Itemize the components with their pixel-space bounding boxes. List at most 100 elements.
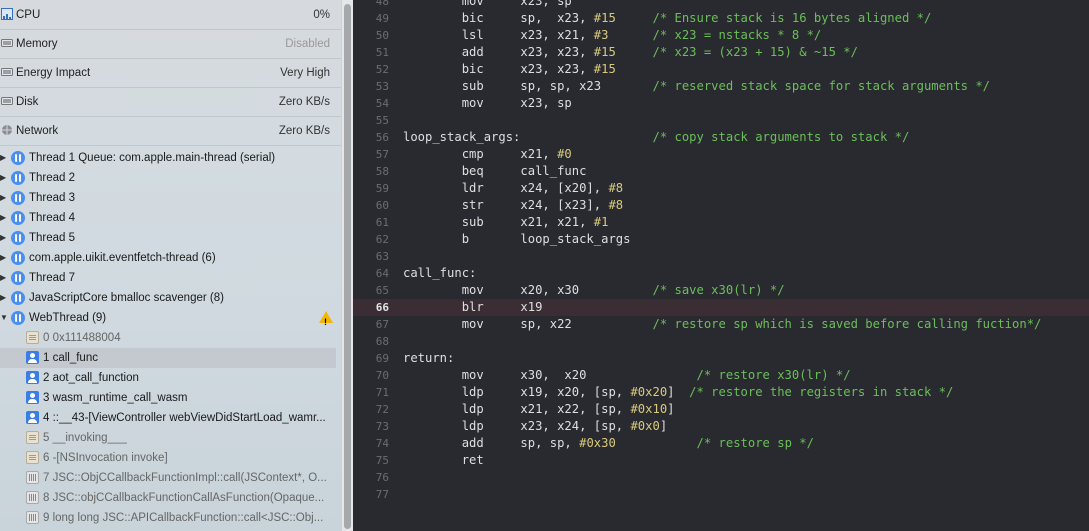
gauge-memory[interactable]: Memory Disabled	[0, 30, 341, 59]
thread-row[interactable]: ▶ Thread 7	[0, 268, 341, 288]
thread-row[interactable]: ▶ JavaScriptCore bmalloc scavenger (8)	[0, 288, 341, 308]
line-number[interactable]: 57	[353, 146, 389, 163]
code-line[interactable]: 69 return:	[353, 350, 1089, 367]
code-line[interactable]: 63	[353, 248, 1089, 265]
gauge-energy-impact[interactable]: Energy Impact Very High	[0, 59, 341, 88]
line-number[interactable]: 56	[353, 129, 389, 146]
code-line[interactable]: 62 b loop_stack_args	[353, 231, 1089, 248]
thread-row[interactable]: ▶ Thread 4	[0, 208, 341, 228]
stack-frame-row[interactable]: 2 aot_call_function	[0, 368, 336, 388]
line-number[interactable]: 63	[353, 248, 389, 265]
line-number[interactable]: 64	[353, 265, 389, 282]
code-line[interactable]: 65 mov x20, x30 /* save x30(lr) */	[353, 282, 1089, 299]
sidebar-scroll-thumb[interactable]	[344, 4, 351, 529]
line-number[interactable]: 61	[353, 214, 389, 231]
code-text: lsl x23, x21, #3 /* x23 = nstacks * 8 */	[403, 28, 822, 42]
code-line[interactable]: 55	[353, 112, 1089, 129]
line-number[interactable]: 55	[353, 112, 389, 129]
disclosure-expanded-icon[interactable]: ▼	[0, 308, 8, 328]
line-number[interactable]: 48	[353, 0, 389, 10]
line-number[interactable]: 65	[353, 282, 389, 299]
code-line[interactable]: 61 sub x21, x21, #1	[353, 214, 1089, 231]
line-number[interactable]: 73	[353, 418, 389, 435]
stack-frame-row[interactable]: 3 wasm_runtime_call_wasm	[0, 388, 336, 408]
code-line[interactable]: 52 bic x23, x23, #15	[353, 61, 1089, 78]
gauge-network[interactable]: Network Zero KB/s	[0, 117, 341, 146]
line-number[interactable]: 59	[353, 180, 389, 197]
code-line[interactable]: 76	[353, 469, 1089, 486]
code-line[interactable]: 56 loop_stack_args: /* copy stack argumen…	[353, 129, 1089, 146]
code-editor[interactable]: 48 mov x23, sp 49 bic sp, x23, #15 /* Ens…	[353, 0, 1089, 531]
code-line[interactable]: 49 bic sp, x23, #15 /* Ensure stack is 1…	[353, 10, 1089, 27]
current-line[interactable]: 66 blr x19	[353, 299, 1089, 316]
stack-frame-label: 1 call_func	[43, 352, 98, 364]
thread-row[interactable]: ▼ WebThread (9)	[0, 308, 341, 328]
line-number[interactable]: 62	[353, 231, 389, 248]
stack-frame-row[interactable]: 1 call_func	[0, 348, 336, 368]
code-line[interactable]: 58 beq call_func	[353, 163, 1089, 180]
stack-frame-row[interactable]: 0 0x111488004	[0, 328, 336, 348]
stack-frame-row[interactable]: 4 ::__43-[ViewController webViewDidStart…	[0, 408, 336, 428]
code-line[interactable]: 50 lsl x23, x21, #3 /* x23 = nstacks * 8…	[353, 27, 1089, 44]
stack-frame-row[interactable]: 7 JSC::ObjCCallbackFunctionImpl::call(JS…	[0, 468, 336, 488]
code-line[interactable]: 64 call_func:	[353, 265, 1089, 282]
disclosure-collapsed-icon[interactable]: ▶	[0, 268, 8, 288]
line-number[interactable]: 54	[353, 95, 389, 112]
disclosure-collapsed-icon[interactable]: ▶	[0, 168, 8, 188]
code-line[interactable]: 75 ret	[353, 452, 1089, 469]
line-number[interactable]: 68	[353, 333, 389, 350]
line-number[interactable]: 76	[353, 469, 389, 486]
code-line[interactable]: 77	[353, 486, 1089, 503]
line-number[interactable]: 71	[353, 384, 389, 401]
code-line[interactable]: 54 mov x23, sp	[353, 95, 1089, 112]
disclosure-collapsed-icon[interactable]: ▶	[0, 208, 8, 228]
code-line[interactable]: 70 mov x30, x20 /* restore x30(lr) */	[353, 367, 1089, 384]
thread-row[interactable]: ▶ Thread 2	[0, 168, 341, 188]
disclosure-collapsed-icon[interactable]: ▶	[0, 148, 8, 168]
line-number[interactable]: 74	[353, 435, 389, 452]
line-number[interactable]: 52	[353, 61, 389, 78]
code-line[interactable]: 68	[353, 333, 1089, 350]
disclosure-collapsed-icon[interactable]: ▶	[0, 188, 8, 208]
code-line[interactable]: 60 str x24, [x23], #8	[353, 197, 1089, 214]
gauge-cpu[interactable]: CPU 0%	[0, 1, 341, 30]
thread-row[interactable]: ▶ com.apple.uikit.eventfetch-thread (6)	[0, 248, 341, 268]
line-number[interactable]: 66	[353, 299, 389, 316]
code-line[interactable]: 57 cmp x21, #0	[353, 146, 1089, 163]
line-number[interactable]: 69	[353, 350, 389, 367]
thread-row[interactable]: ▶ Thread 3	[0, 188, 341, 208]
line-number[interactable]: 75	[353, 452, 389, 469]
code-line[interactable]: 51 add x23, x23, #15 /* x23 = (x23 + 15)…	[353, 44, 1089, 61]
line-number[interactable]: 49	[353, 10, 389, 27]
stack-frame-row[interactable]: 6 -[NSInvocation invoke]	[0, 448, 336, 468]
disclosure-collapsed-icon[interactable]: ▶	[0, 288, 8, 308]
line-number[interactable]: 50	[353, 27, 389, 44]
warning-triangle-icon[interactable]	[319, 311, 333, 328]
code-line[interactable]: 71 ldp x19, x20, [sp, #0x20] /* restore …	[353, 384, 1089, 401]
stack-frame-label: 9 long long JSC::APICallbackFunction::ca…	[43, 512, 324, 524]
line-number[interactable]: 72	[353, 401, 389, 418]
stack-frame-label: 0 0x111488004	[43, 332, 121, 344]
line-number[interactable]: 58	[353, 163, 389, 180]
code-line[interactable]: 67 mov sp, x22 /* restore sp which is sa…	[353, 316, 1089, 333]
line-number[interactable]: 70	[353, 367, 389, 384]
line-number[interactable]: 53	[353, 78, 389, 95]
line-number[interactable]: 51	[353, 44, 389, 61]
code-line[interactable]: 72 ldp x21, x22, [sp, #0x10]	[353, 401, 1089, 418]
thread-row[interactable]: ▶ Thread 1 Queue: com.apple.main-thread (…	[0, 148, 341, 168]
line-number[interactable]: 67	[353, 316, 389, 333]
disclosure-collapsed-icon[interactable]: ▶	[0, 248, 8, 268]
code-line[interactable]: 48 mov x23, sp	[353, 0, 1089, 10]
stack-frame-row[interactable]: 8 JSC::objCCallbackFunctionCallAsFunctio…	[0, 488, 336, 508]
line-number[interactable]: 77	[353, 486, 389, 503]
code-line[interactable]: 59 ldr x24, [x20], #8	[353, 180, 1089, 197]
stack-frame-row[interactable]: 5 __invoking___	[0, 428, 336, 448]
code-line[interactable]: 73 ldp x23, x24, [sp, #0x0]	[353, 418, 1089, 435]
stack-frame-row[interactable]: 9 long long JSC::APICallbackFunction::ca…	[0, 508, 336, 528]
code-line[interactable]: 74 add sp, sp, #0x30 /* restore sp */	[353, 435, 1089, 452]
line-number[interactable]: 60	[353, 197, 389, 214]
disclosure-collapsed-icon[interactable]: ▶	[0, 228, 8, 248]
code-line[interactable]: 53 sub sp, sp, x23 /* reserved stack spa…	[353, 78, 1089, 95]
gauge-disk[interactable]: Disk Zero KB/s	[0, 88, 341, 117]
thread-row[interactable]: ▶ Thread 5	[0, 228, 341, 248]
